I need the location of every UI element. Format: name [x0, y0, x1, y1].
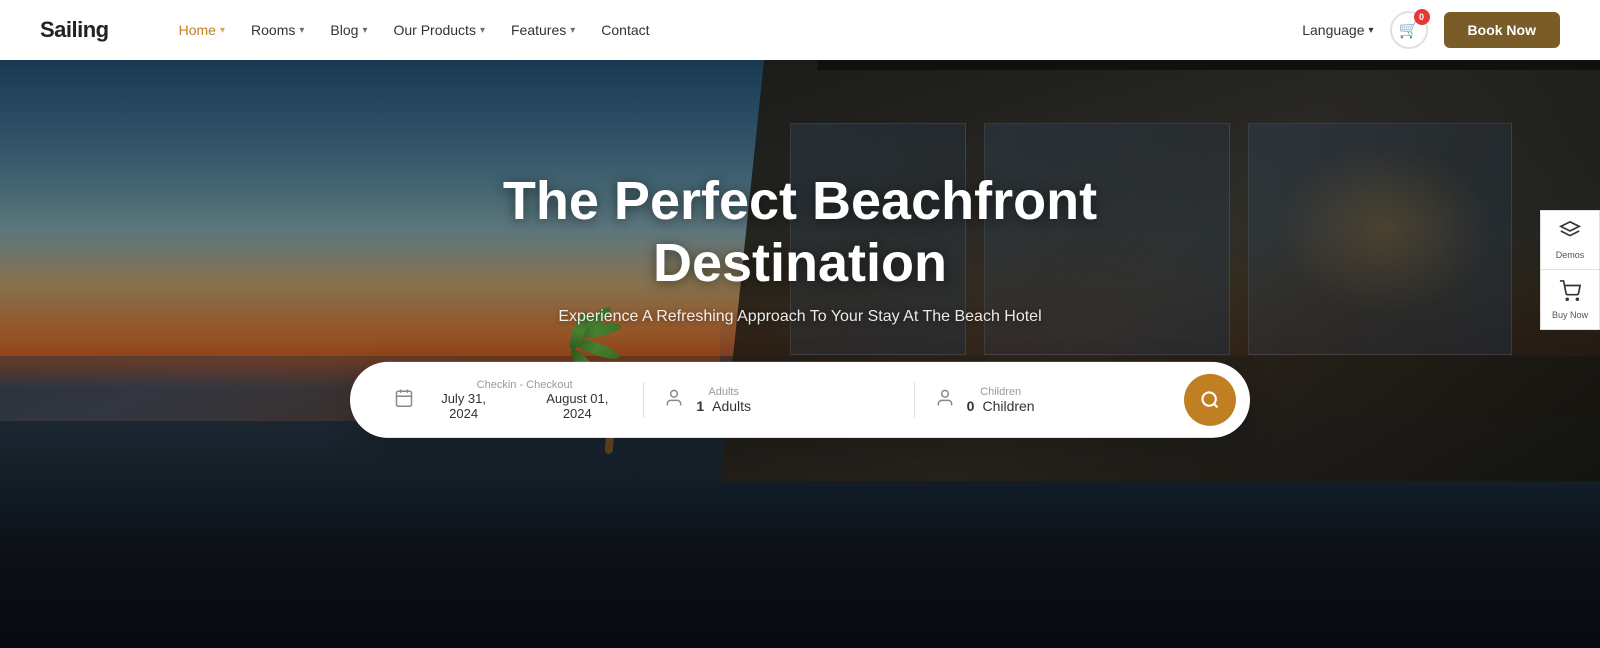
- calendar-icon: [394, 388, 414, 413]
- chevron-down-icon: ▾: [362, 25, 367, 36]
- nav-item-rooms[interactable]: Rooms ▾: [241, 16, 314, 44]
- chevron-down-icon: ▾: [1369, 25, 1374, 36]
- side-panel: Demos Buy Now: [1540, 210, 1600, 330]
- demos-button[interactable]: Demos: [1540, 210, 1600, 270]
- brand-logo[interactable]: Sailing: [40, 17, 109, 43]
- search-bar: Checkin - Checkout July 31, 2024 August …: [350, 362, 1250, 438]
- adults-count: 1: [696, 398, 704, 414]
- checkin-label: Checkin - Checkout: [426, 379, 623, 391]
- nav-links: Home ▾ Rooms ▾ Blog ▾ Our Products ▾ Fea…: [169, 16, 1303, 44]
- chevron-down-icon: ▾: [480, 25, 485, 36]
- nav-item-home[interactable]: Home ▾: [169, 16, 235, 44]
- children-text: Children: [982, 398, 1034, 414]
- children-count: 0: [967, 398, 975, 414]
- buy-now-button[interactable]: Buy Now: [1540, 270, 1600, 330]
- hero-subtitle: Experience A Refreshing Approach To Your…: [350, 308, 1250, 326]
- demos-label: Demos: [1556, 250, 1585, 260]
- shopping-cart-icon: [1559, 280, 1581, 307]
- hero-section: The Perfect Beachfront Destination Exper…: [0, 0, 1600, 648]
- children-section[interactable]: Children 0 Children: [914, 382, 1184, 418]
- checkin-checkout-section[interactable]: Checkin - Checkout July 31, 2024 August …: [374, 375, 643, 425]
- cart-badge: 0: [1414, 9, 1430, 25]
- hero-title: The Perfect Beachfront Destination: [350, 170, 1250, 294]
- person-icon: [664, 388, 684, 413]
- cart-button[interactable]: 🛒 0: [1390, 11, 1428, 49]
- buy-label: Buy Now: [1552, 310, 1588, 320]
- chevron-down-icon: ▾: [570, 25, 575, 36]
- nav-right: Language ▾ 🛒 0 Book Now: [1302, 11, 1560, 49]
- search-button[interactable]: [1184, 374, 1236, 426]
- adults-section[interactable]: Adults 1 Adults: [643, 382, 913, 418]
- nav-item-contact[interactable]: Contact: [591, 16, 659, 44]
- chevron-down-icon: ▾: [299, 25, 304, 36]
- adults-text: Adults: [712, 398, 751, 414]
- child-icon: [935, 388, 955, 413]
- checkin-date: July 31, 2024: [426, 391, 501, 421]
- nav-item-products[interactable]: Our Products ▾: [383, 16, 495, 44]
- hero-content: The Perfect Beachfront Destination Exper…: [350, 170, 1250, 438]
- children-label: Children: [967, 386, 1035, 398]
- nav-item-features[interactable]: Features ▾: [501, 16, 585, 44]
- chevron-down-icon: ▾: [220, 25, 225, 36]
- checkout-date: August 01, 2024: [531, 391, 623, 421]
- layers-icon: [1559, 220, 1581, 247]
- book-now-button[interactable]: Book Now: [1444, 12, 1560, 48]
- adults-label: Adults: [696, 386, 751, 398]
- cart-icon: 🛒: [1399, 20, 1419, 40]
- date-range: July 31, 2024 August 01, 2024: [426, 391, 623, 421]
- nav-item-blog[interactable]: Blog ▾: [320, 16, 377, 44]
- language-selector[interactable]: Language ▾: [1302, 22, 1373, 38]
- navbar: Sailing Home ▾ Rooms ▾ Blog ▾ Our Produc…: [0, 0, 1600, 60]
